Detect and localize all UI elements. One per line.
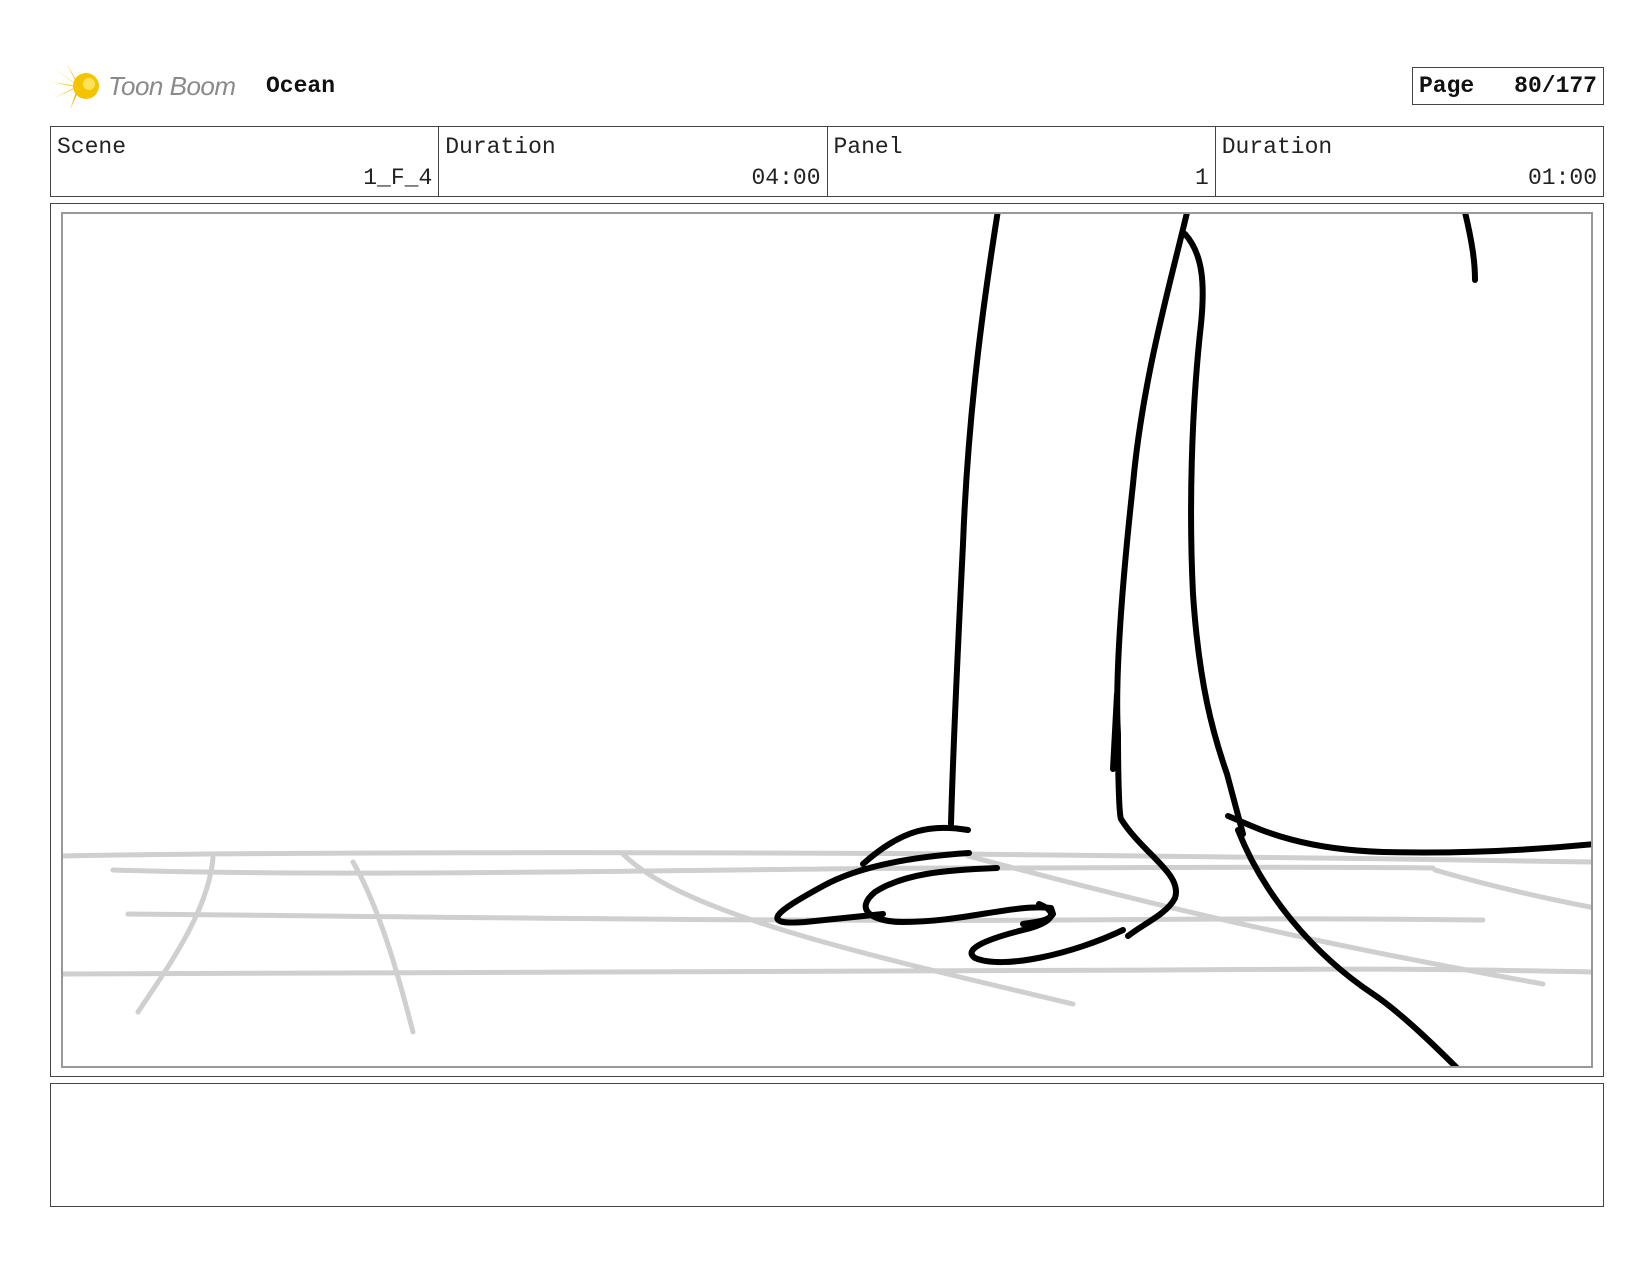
panel-duration-label: Duration (1221, 134, 1333, 160)
project-name: Ocean (266, 73, 336, 99)
panel-value: 1 (1194, 165, 1209, 191)
storyboard-panel (50, 203, 1604, 1077)
scene-label: Scene (57, 134, 127, 160)
scene-duration-label: Duration (445, 134, 556, 160)
floor-grid (63, 850, 1591, 1035)
panel-cell: Panel 1 (828, 127, 1216, 196)
scene-info-table: Scene 1_F_4 Duration 04:00 Panel 1 Durat… (50, 126, 1604, 197)
panel-duration-cell: Duration 01:00 (1216, 127, 1603, 196)
scene-duration-cell: Duration 04:00 (439, 127, 828, 196)
page-label: Page (1419, 73, 1475, 99)
scene-cell: Scene 1_F_4 (51, 127, 440, 196)
page-number: 80/177 (1514, 73, 1597, 99)
panel-notes-box (50, 1083, 1604, 1207)
panel-duration-value: 01:00 (1527, 165, 1597, 191)
panel-label: Panel (833, 134, 903, 160)
toon-boom-logo: Toon Boom (52, 60, 236, 112)
page-indicator: Page 80/177 (1412, 67, 1604, 105)
scene-value: 1_F_4 (363, 165, 433, 191)
starburst-icon (52, 60, 104, 112)
scene-duration-value: 04:00 (751, 165, 821, 191)
panel-drawing-area (61, 212, 1593, 1068)
panel-sketch (63, 214, 1591, 1066)
character-legs-sketch (774, 214, 1591, 1066)
brand-name: Toon Boom (108, 70, 236, 101)
